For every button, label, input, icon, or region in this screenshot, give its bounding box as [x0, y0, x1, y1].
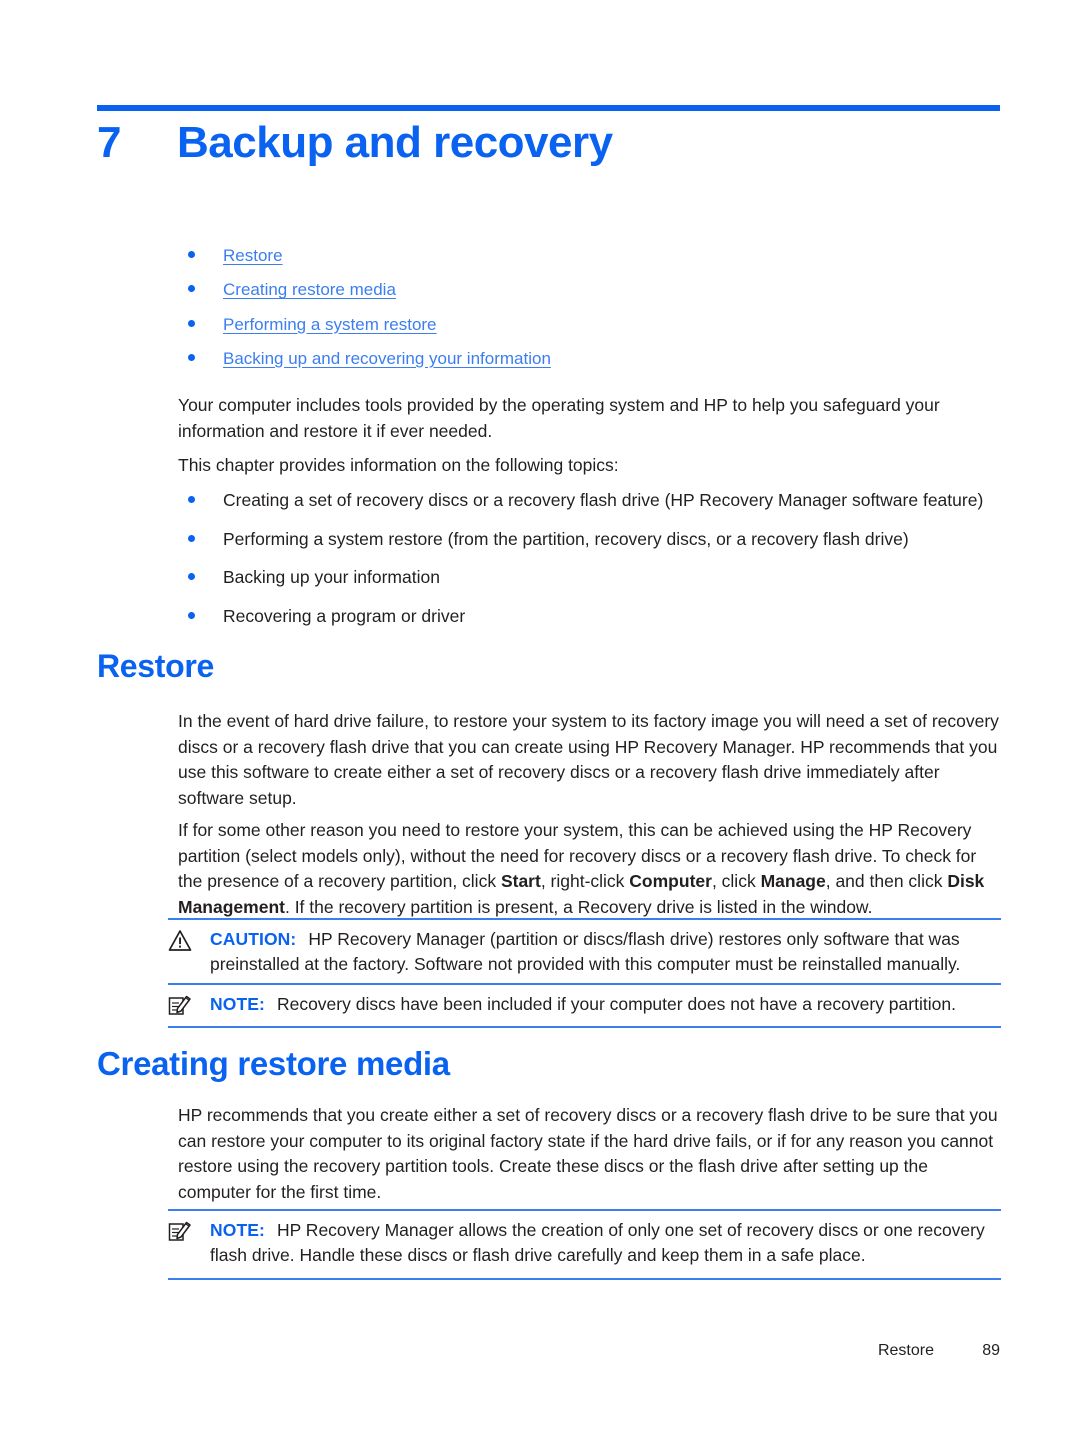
- bullet-icon: [188, 353, 195, 361]
- footer-page-number: 89: [982, 1342, 1000, 1359]
- bullet-icon: [188, 573, 195, 581]
- caution-block: CAUTION: HP Recovery Manager (partition o…: [168, 918, 1001, 978]
- bullet-icon: [188, 285, 195, 293]
- topic-label: Creating a set of recovery discs or a re…: [223, 490, 984, 510]
- list-item[interactable]: Creating restore media: [178, 279, 998, 300]
- note-pencil-icon: [168, 994, 194, 1018]
- footer-section-name: Restore: [877, 1342, 934, 1359]
- topic-label: Backing up your information: [223, 567, 440, 588]
- intro-paragraph-1: Your computer includes tools provided by…: [178, 395, 940, 441]
- list-item[interactable]: Backing up and recovering your informati…: [178, 348, 998, 369]
- warning-triangle-icon: [168, 929, 194, 953]
- list-item: Creating a set of recovery discs or a re…: [178, 489, 1008, 513]
- link-backing-up-and-recovering[interactable]: Backing up and recovering your informati…: [223, 349, 551, 368]
- topic-label: Recovering a program or driver: [223, 605, 466, 626]
- bullet-icon: [188, 534, 195, 542]
- note-text: HP Recovery Manager allows the creation …: [210, 1220, 985, 1266]
- list-item: Backing up your information: [178, 566, 1008, 590]
- bullet-icon: [188, 496, 195, 503]
- restore-p2-part5: . If the recovery partition is present, …: [284, 897, 873, 918]
- restore-p2-part3: , click: [711, 871, 761, 892]
- restore-p2-part2: , right-click: [540, 871, 630, 892]
- link-creating-restore-media[interactable]: Creating restore media: [223, 280, 396, 299]
- list-item: Recovering a program or driver: [178, 605, 1008, 629]
- note-label: NOTE:: [210, 994, 265, 1014]
- restore-paragraph-2: If for some other reason you need to res…: [178, 818, 1001, 921]
- link-performing-a-system-restore[interactable]: Performing a system restore: [223, 315, 437, 334]
- list-item: Performing a system restore (from the pa…: [178, 528, 1008, 552]
- document-page: 7 Backup and recovery Restore Creating re…: [0, 0, 1080, 1437]
- chapter-title-text: Backup and recovery: [177, 118, 613, 167]
- note-pencil-icon: [168, 1220, 194, 1244]
- bullet-icon: [188, 251, 195, 258]
- topic-list: Creating a set of recovery discs or a re…: [178, 489, 1008, 644]
- list-item[interactable]: Performing a system restore: [178, 314, 998, 335]
- note-text: Recovery discs have been included if you…: [276, 994, 956, 1014]
- restore-p2-bold-computer: Computer: [629, 871, 712, 892]
- link-restore[interactable]: Restore: [223, 246, 283, 265]
- creating-paragraph-1: HP recommends that you create either a s…: [178, 1105, 998, 1203]
- chapter-rule: [97, 105, 1000, 111]
- topic-label: Performing a system restore (from the pa…: [223, 528, 909, 549]
- note-body: NOTE: HP Recovery Manager allows the crea…: [168, 1218, 1001, 1269]
- note-body: NOTE: Recovery discs have been included i…: [168, 992, 1001, 1017]
- note-block-2: NOTE: HP Recovery Manager allows the crea…: [168, 1209, 1001, 1280]
- bullet-icon: [188, 319, 195, 327]
- bullet-icon: [188, 611, 195, 619]
- caution-body: CAUTION: HP Recovery Manager (partition o…: [168, 927, 1001, 978]
- chapter-link-list: Restore Creating restore media Performin…: [178, 245, 998, 382]
- note-block-1: NOTE: Recovery discs have been included i…: [168, 983, 1001, 1029]
- page-footer: Restore 89: [97, 1342, 1000, 1360]
- list-item[interactable]: Restore: [178, 245, 998, 266]
- note-label: NOTE:: [210, 1220, 265, 1240]
- page-title: 7 Backup and recovery: [97, 118, 1000, 169]
- restore-p2-bold-manage: Manage: [760, 871, 826, 892]
- caution-label: CAUTION:: [210, 929, 297, 949]
- heading-creating-restore-media: Creating restore media: [97, 1045, 450, 1082]
- restore-p2-part4: , and then click: [825, 871, 948, 892]
- intro-paragraph-2: This chapter provides information on the…: [178, 455, 619, 475]
- caution-text: HP Recovery Manager (partition or discs/…: [210, 929, 961, 975]
- heading-restore: Restore: [97, 648, 215, 684]
- chapter-number: 7: [97, 118, 121, 167]
- restore-paragraph-1: In the event of hard drive failure, to r…: [178, 711, 999, 809]
- restore-p2-bold-start: Start: [500, 871, 541, 892]
